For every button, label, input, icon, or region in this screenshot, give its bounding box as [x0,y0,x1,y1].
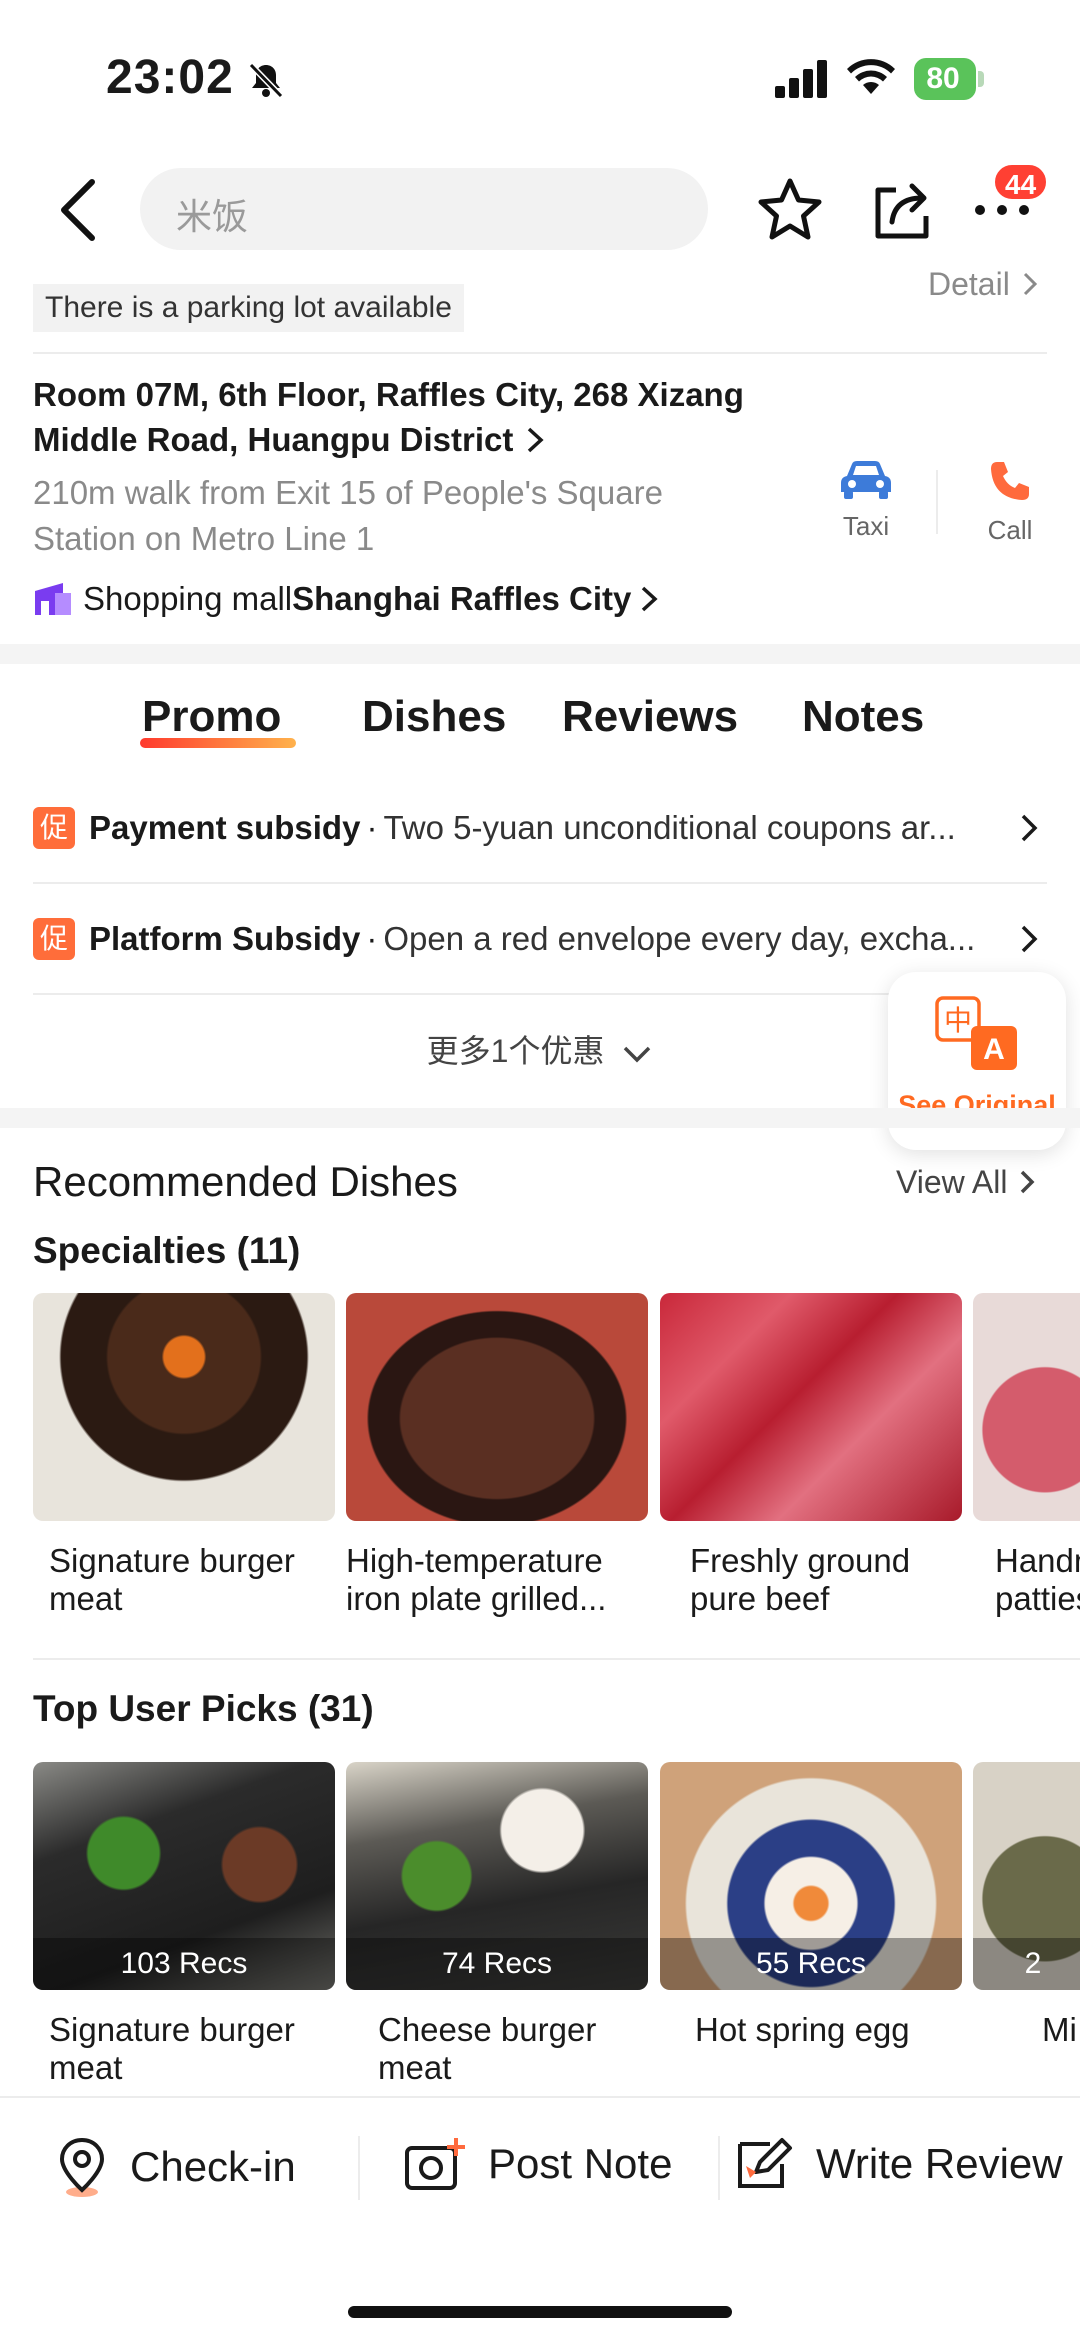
tab-reviews[interactable]: Reviews [562,692,738,742]
dish-name: Handmade patties [995,1542,1080,1617]
dish-image[interactable]: 2 [973,1762,1080,1990]
promo-desc: Open a red envelope every day, excha... [383,920,976,957]
promo-title: Payment subsidy [89,809,361,846]
chevron-right-icon [642,586,658,612]
promo-row[interactable]: 促 Platform Subsidy · Open a red envelope… [33,904,1047,974]
wifi-icon [847,59,895,94]
promo-desc: Two 5-yuan unconditional coupons ar... [383,809,956,846]
svg-text:中: 中 [944,1004,972,1037]
status-time: 23:02 [106,51,234,104]
chevron-right-icon [1021,814,1038,842]
battery-percent: 80 [926,62,960,95]
back-button[interactable] [50,172,110,248]
shopping-mall-link[interactable]: Shopping mall Shanghai Raffles City [33,580,661,618]
write-review-button[interactable]: Write Review [736,2136,1063,2192]
search-placeholder: 米饭 [176,196,249,237]
home-indicator [348,2306,732,2318]
signal-icon [775,60,827,98]
taxi-button[interactable]: Taxi [826,458,906,542]
tab-dishes[interactable]: Dishes [362,692,506,742]
section-divider [0,644,1080,664]
divider [33,1658,1080,1660]
call-button[interactable]: Call [970,458,1050,546]
promo-icon: 促 [33,807,75,849]
dish-image[interactable]: 55 Recs [660,1762,962,1990]
chevron-right-icon [1023,272,1037,296]
car-icon [841,461,891,499]
edit-review-icon [738,2138,792,2188]
taxi-label: Taxi [842,511,890,541]
dish-image[interactable] [973,1293,1080,1521]
phone-icon [991,462,1029,500]
parking-tag: There is a parking lot available [33,284,464,332]
dish-name: Signature burger meat [49,1542,295,1617]
view-all-link[interactable]: View All [896,1164,1038,1201]
recs-count: 55 Recs [660,1938,962,1990]
dish-image[interactable] [660,1293,962,1521]
separator-dot: · [366,920,378,957]
checkin-button[interactable]: Check-in [56,2136,296,2198]
detail-link[interactable]: Detail [928,266,1041,303]
chevron-right-icon [1021,1170,1035,1194]
dish-name: Cheese burger meat [378,2011,597,2086]
post-note-label: Post Note [488,2140,673,2187]
dish-name: Freshly ground pure beef [690,1542,911,1617]
divider [936,470,938,534]
bottom-action-bar [0,2096,1080,2341]
address-link[interactable]: Room 07M, 6th Floor, Raffles City, 268 X… [33,372,793,462]
mall-prefix: Shopping mall [83,580,293,617]
walk-directions: 210m walk from Exit 15 of People's Squar… [33,474,663,557]
divider [33,352,1047,354]
chevron-right-icon [527,427,544,453]
search-input[interactable]: 米饭 [140,168,708,250]
section-divider [0,1108,1080,1128]
svg-text:A: A [983,1033,1005,1066]
share-icon[interactable] [868,176,936,244]
active-tab-indicator [140,738,296,748]
more-promos-label: 更多1个优惠 [426,1033,605,1069]
chevron-right-icon [1021,925,1038,953]
notification-badge: 44 [992,162,1050,202]
promo-icon: 促 [33,918,75,960]
view-all-label: View All [896,1164,1008,1200]
battery-indicator: 80 [914,58,986,100]
chevron-down-icon [624,1046,651,1063]
mall-name: Shanghai Raffles City [292,580,632,617]
bell-off-icon [248,62,284,99]
detail-link-label: Detail [928,266,1010,302]
recs-count: 2 [973,1938,1080,1990]
dish-image[interactable] [33,1293,335,1521]
promo-row[interactable]: 促 Payment subsidy · Two 5-yuan unconditi… [33,793,1047,863]
post-note-button[interactable]: Post Note [404,2136,672,2192]
top-picks-title: Top User Picks (31) [33,1688,374,1729]
favorite-star-icon[interactable] [756,176,824,244]
divider [358,2136,360,2200]
call-label: Call [987,515,1033,545]
specialties-title: Specialties (11) [33,1230,301,1271]
tab-promo[interactable]: Promo [142,692,281,742]
dish-name: High-temperature iron plate grilled... [346,1542,607,1617]
location-pin-icon [59,2137,105,2197]
dish-image[interactable]: 103 Recs [33,1762,335,1990]
translate-icon: 中 A [935,996,1017,1070]
camera-plus-icon [405,2138,465,2190]
write-review-label: Write Review [816,2140,1063,2187]
divider [718,2136,720,2200]
dish-name: Hot spring egg [695,2011,910,2048]
address-text: Room 07M, 6th Floor, Raffles City, 268 X… [33,376,744,458]
recs-count: 103 Recs [33,1938,335,1990]
dish-image[interactable] [346,1293,648,1521]
recs-count: 74 Recs [346,1938,648,1990]
dish-name: Mi [1042,2011,1077,2048]
divider [33,882,1047,884]
section-title: Recommended Dishes [33,1158,458,1205]
separator-dot: · [366,809,378,846]
shopping-bag-icon [35,583,71,615]
checkin-label: Check-in [130,2143,296,2190]
dish-name: Signature burger meat [49,2011,295,2086]
promo-title: Platform Subsidy [89,920,361,957]
dish-image[interactable]: 74 Recs [346,1762,648,1990]
tab-notes[interactable]: Notes [802,692,924,742]
